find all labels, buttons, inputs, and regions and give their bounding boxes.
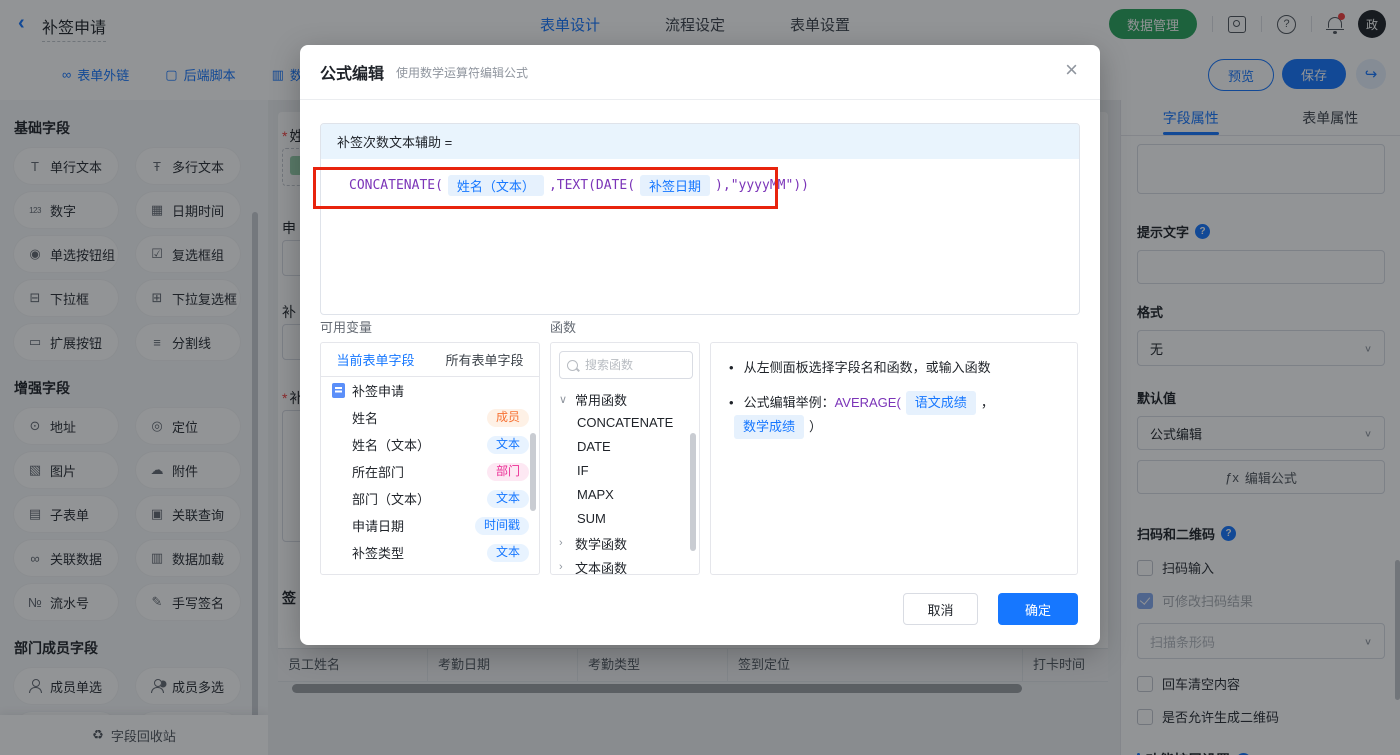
variable-row-apply-date[interactable]: 申请日期 时间戳 [321, 512, 539, 539]
help-line-2: 公式编辑举例：AVERAGE(语文成绩，数学成绩） [729, 391, 1059, 439]
tree-root-form[interactable]: 补签申请 [321, 377, 539, 404]
function-item-mapx[interactable]: MAPX [551, 483, 699, 507]
field-chip-resign-date[interactable]: 补签日期 [640, 175, 711, 196]
type-badge: 文本 [486, 489, 529, 508]
formula-segment: ),"yyyyMM")) [715, 178, 809, 193]
chevron-collapsed-icon: › [559, 561, 563, 573]
type-badge: 时间戳 [474, 516, 529, 535]
app-root: ‹ 补签申请 表单设计 流程设定 表单设置 数据管理 ? 政 ∞ 表单外链 ▢ … [0, 0, 1400, 755]
function-group-common[interactable]: ∨ 常用函数 [551, 387, 699, 411]
type-badge: 部门 [486, 462, 529, 481]
confirm-button[interactable]: 确定 [998, 593, 1078, 625]
example-function-name: AVERAGE( [834, 395, 901, 410]
formula-assignment: 补签次数文本辅助 = [321, 124, 1079, 159]
formula-expression[interactable]: CONCATENATE( 姓名（文本） ,TEXT(DATE( 补签日期 ),"… [321, 159, 1079, 196]
type-badge: 文本 [486, 435, 529, 454]
type-badge: 文本 [486, 543, 529, 562]
variables-label: 可用变量 [320, 320, 373, 335]
type-badge: 成员 [486, 408, 529, 427]
variable-row-resign-type[interactable]: 补签类型 文本 [321, 539, 539, 566]
tab-current-form-fields[interactable]: 当前表单字段 [321, 343, 430, 376]
variable-row-name-text[interactable]: 姓名（文本） 文本 [321, 431, 539, 458]
formula-editor[interactable]: 补签次数文本辅助 = CONCATENATE( 姓名（文本） ,TEXT(DAT… [320, 123, 1080, 315]
tab-all-form-fields[interactable]: 所有表单字段 [430, 343, 539, 376]
variables-scrollbar[interactable] [530, 433, 536, 511]
modal-header: 公式编辑 使用数学运算符编辑公式 [300, 45, 1100, 100]
function-search-input[interactable] [583, 357, 677, 373]
function-item-if[interactable]: IF [551, 459, 699, 483]
help-line-1: 从左侧面板选择字段名和函数，或输入函数 [729, 357, 1059, 379]
function-group-text[interactable]: › 文本函数 [551, 555, 699, 575]
cancel-button[interactable]: 取消 [903, 593, 978, 625]
formula-edit-modal: 公式编辑 使用数学运算符编辑公式 × 补签次数文本辅助 = CONCATENAT… [300, 45, 1100, 645]
functions-label: 函数 [550, 320, 577, 335]
variable-row-department[interactable]: 所在部门 部门 [321, 458, 539, 485]
modal-subtitle: 使用数学运算符编辑公式 [396, 65, 529, 80]
chevron-collapsed-icon: › [559, 537, 563, 549]
formula-segment: CONCATENATE( [349, 178, 443, 193]
function-group-math[interactable]: › 数学函数 [551, 531, 699, 555]
search-icon [567, 359, 578, 371]
functions-panel: ∨ 常用函数 CONCATENATE DATE IF MAPX SUM › 数学… [550, 342, 700, 575]
function-item-date[interactable]: DATE [551, 435, 699, 459]
functions-scrollbar[interactable] [690, 433, 696, 551]
chevron-expanded-icon: ∨ [559, 393, 568, 406]
formula-segment: ,TEXT(DATE( [548, 178, 636, 193]
help-panel: 从左侧面板选择字段名和函数，或输入函数 公式编辑举例：AVERAGE(语文成绩，… [710, 342, 1078, 575]
variable-row-name[interactable]: 姓名 成员 [321, 404, 539, 431]
example-chip-chinese-score: 语文成绩 [905, 391, 976, 415]
function-item-sum[interactable]: SUM [551, 507, 699, 531]
variables-panel: 当前表单字段 所有表单字段 补签申请 姓名 成员 姓名（文本） 文本 所在部门 … [320, 342, 540, 575]
function-search-box [559, 351, 693, 379]
variables-tabs: 当前表单字段 所有表单字段 [321, 343, 539, 377]
function-item-concatenate[interactable]: CONCATENATE [551, 411, 699, 435]
example-chip-math-score: 数学成绩 [734, 415, 805, 439]
form-doc-icon [332, 383, 345, 398]
field-chip-name-text[interactable]: 姓名（文本） [447, 175, 544, 196]
variable-row-department-text[interactable]: 部门（文本） 文本 [321, 485, 539, 512]
close-icon[interactable]: × [1065, 59, 1078, 81]
modal-title: 公式编辑 [320, 66, 385, 83]
